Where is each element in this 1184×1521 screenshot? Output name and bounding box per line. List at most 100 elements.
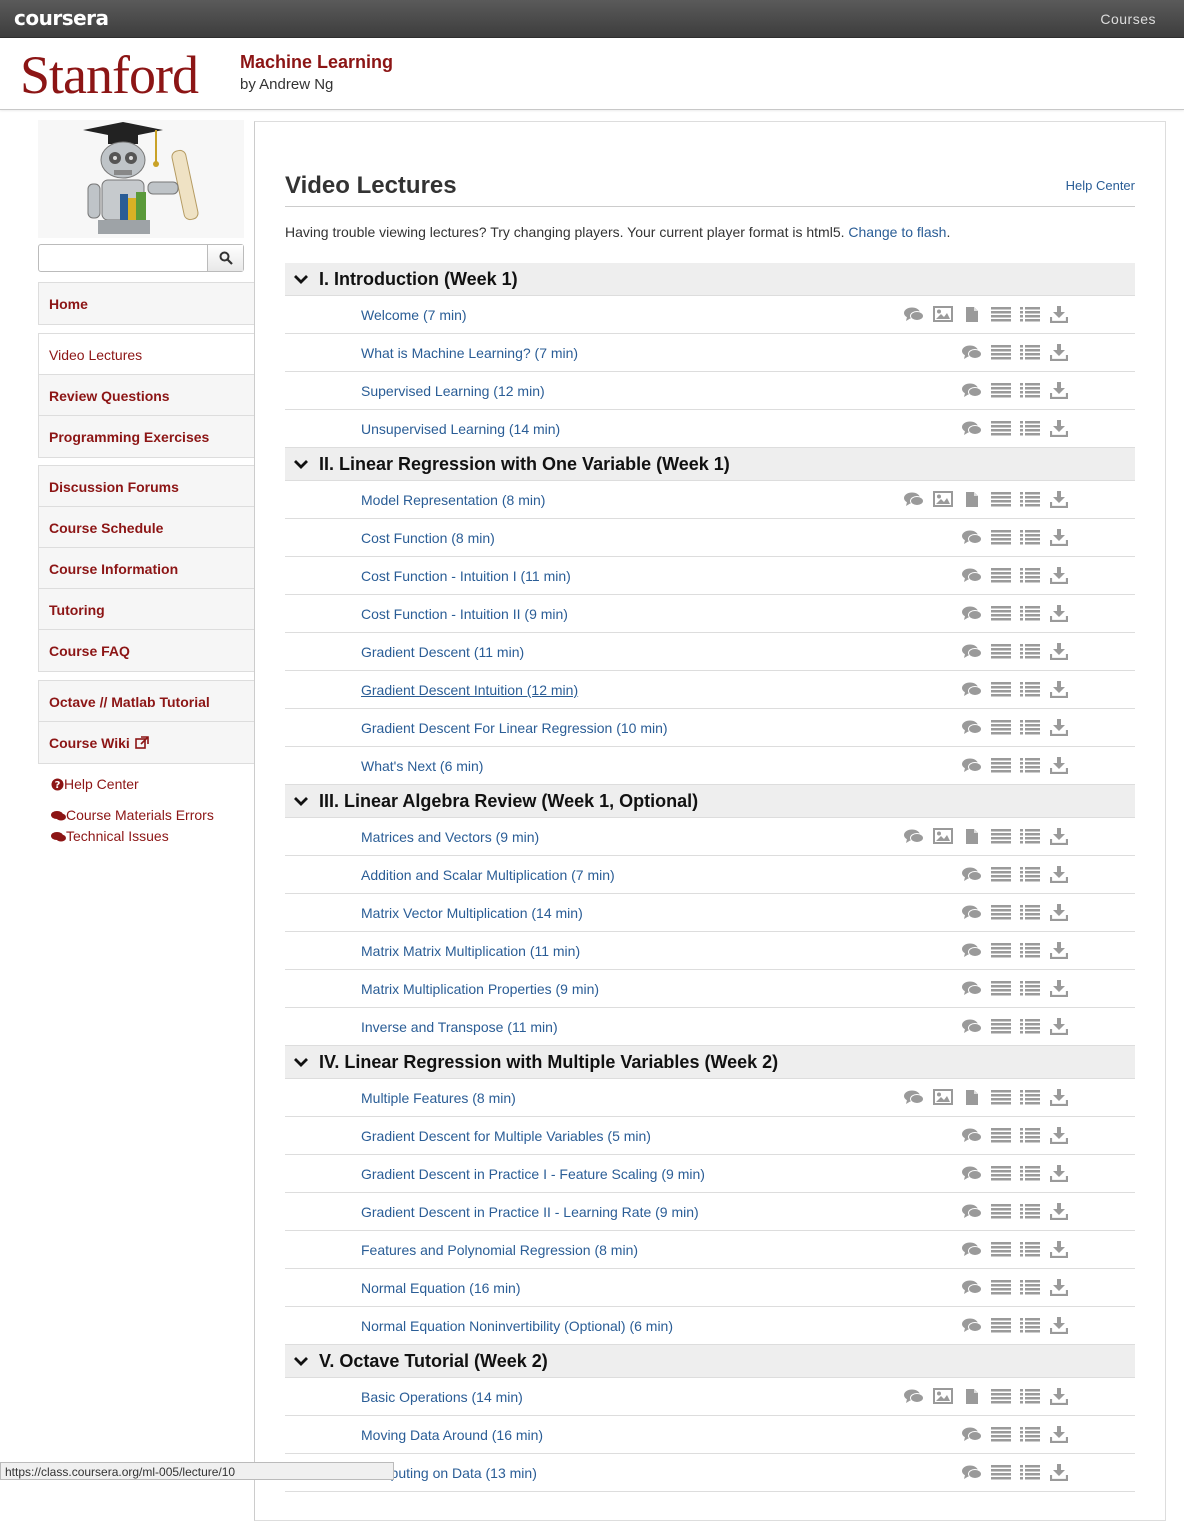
list-icon[interactable] [1019,756,1040,774]
comments-icon[interactable] [903,1088,924,1106]
comments-icon[interactable] [961,1463,982,1481]
align-justify-icon[interactable] [990,1017,1011,1035]
nav-item-course-faq[interactable]: Course FAQ [39,630,254,671]
nav-item-video-lectures[interactable]: Video Lectures [39,334,254,375]
comments-icon[interactable] [961,1316,982,1334]
align-justify-icon[interactable] [990,1278,1011,1296]
file-icon[interactable] [961,490,982,508]
download-icon[interactable] [1048,1126,1069,1144]
list-icon[interactable] [1019,827,1040,845]
align-justify-icon[interactable] [990,381,1011,399]
download-icon[interactable] [1048,1164,1069,1182]
comments-icon[interactable] [903,305,924,323]
comments-icon[interactable] [961,1202,982,1220]
nav-item-course-wiki[interactable]: Course Wiki [39,722,254,763]
list-icon[interactable] [1019,305,1040,323]
download-icon[interactable] [1048,566,1069,584]
align-justify-icon[interactable] [990,1202,1011,1220]
lecture-link[interactable]: Gradient Descent in Practice II - Learni… [361,1204,699,1220]
nav-item-octave-tutorial[interactable]: Octave // Matlab Tutorial [39,681,254,722]
list-icon[interactable] [1019,1387,1040,1405]
nav-item-discussion-forums[interactable]: Discussion Forums [39,466,254,507]
comments-icon[interactable] [961,1017,982,1035]
lecture-link[interactable]: Normal Equation (16 min) [361,1280,521,1296]
align-justify-icon[interactable] [990,718,1011,736]
align-justify-icon[interactable] [990,1164,1011,1182]
align-justify-icon[interactable] [990,604,1011,622]
chevron-down-icon[interactable] [293,456,309,472]
list-icon[interactable] [1019,1164,1040,1182]
lecture-link[interactable]: Gradient Descent Intuition (12 min) [361,682,578,698]
list-icon[interactable] [1019,642,1040,660]
comments-icon[interactable] [961,642,982,660]
list-icon[interactable] [1019,381,1040,399]
comments-icon[interactable] [961,979,982,997]
chevron-down-icon[interactable] [293,1353,309,1369]
download-icon[interactable] [1048,381,1069,399]
chevron-down-icon[interactable] [293,793,309,809]
comments-icon[interactable] [961,604,982,622]
lecture-link[interactable]: Moving Data Around (16 min) [361,1427,543,1443]
download-icon[interactable] [1048,1387,1069,1405]
chevron-down-icon[interactable] [293,271,309,287]
picture-icon[interactable] [932,827,953,845]
download-icon[interactable] [1048,419,1069,437]
help-center-link[interactable]: ? Help Center [50,776,214,797]
download-icon[interactable] [1048,1088,1069,1106]
file-icon[interactable] [961,827,982,845]
comments-icon[interactable] [961,343,982,361]
lecture-link[interactable]: Addition and Scalar Multiplication (7 mi… [361,867,615,883]
list-icon[interactable] [1019,941,1040,959]
align-justify-icon[interactable] [990,642,1011,660]
align-justify-icon[interactable] [990,566,1011,584]
lecture-link[interactable]: Unsupervised Learning (14 min) [361,421,560,437]
download-icon[interactable] [1048,941,1069,959]
comments-icon[interactable] [961,528,982,546]
download-icon[interactable] [1048,865,1069,883]
technical-issues-link[interactable]: Technical Issues [50,828,214,849]
comments-icon[interactable] [961,865,982,883]
list-icon[interactable] [1019,1202,1040,1220]
nav-item-home[interactable]: Home [39,283,254,324]
download-icon[interactable] [1048,1278,1069,1296]
align-justify-icon[interactable] [990,490,1011,508]
align-justify-icon[interactable] [990,1463,1011,1481]
lecture-link[interactable]: Matrices and Vectors (9 min) [361,829,539,845]
comments-icon[interactable] [961,419,982,437]
lecture-link[interactable]: Multiple Features (8 min) [361,1090,516,1106]
align-justify-icon[interactable] [990,305,1011,323]
lecture-link[interactable]: Basic Operations (14 min) [361,1389,523,1405]
list-icon[interactable] [1019,979,1040,997]
section-header[interactable]: III. Linear Algebra Review (Week 1, Opti… [285,785,1135,818]
picture-icon[interactable] [932,1088,953,1106]
comments-icon[interactable] [961,1126,982,1144]
list-icon[interactable] [1019,903,1040,921]
align-justify-icon[interactable] [990,979,1011,997]
coursera-logo[interactable]: coursera [14,6,109,30]
change-to-flash-link[interactable]: Change to flash [848,224,946,240]
align-justify-icon[interactable] [990,827,1011,845]
lecture-link[interactable]: Supervised Learning (12 min) [361,383,545,399]
list-icon[interactable] [1019,1278,1040,1296]
download-icon[interactable] [1048,528,1069,546]
align-justify-icon[interactable] [990,1316,1011,1334]
list-icon[interactable] [1019,490,1040,508]
download-icon[interactable] [1048,642,1069,660]
course-materials-errors-link[interactable]: Course Materials Errors [50,807,214,828]
comments-icon[interactable] [903,490,924,508]
comments-icon[interactable] [961,756,982,774]
lecture-link[interactable]: Matrix Vector Multiplication (14 min) [361,905,583,921]
list-icon[interactable] [1019,1088,1040,1106]
lecture-link[interactable]: Welcome (7 min) [361,307,467,323]
align-justify-icon[interactable] [990,343,1011,361]
lecture-link[interactable]: Gradient Descent For Linear Regression (… [361,720,668,736]
section-header[interactable]: V. Octave Tutorial (Week 2) [285,1345,1135,1378]
nav-item-programming-exercises[interactable]: Programming Exercises [39,416,254,457]
nav-item-review-questions[interactable]: Review Questions [39,375,254,416]
align-justify-icon[interactable] [990,865,1011,883]
align-justify-icon[interactable] [990,903,1011,921]
download-icon[interactable] [1048,1202,1069,1220]
download-icon[interactable] [1048,903,1069,921]
section-header[interactable]: I. Introduction (Week 1) [285,263,1135,296]
download-icon[interactable] [1048,827,1069,845]
